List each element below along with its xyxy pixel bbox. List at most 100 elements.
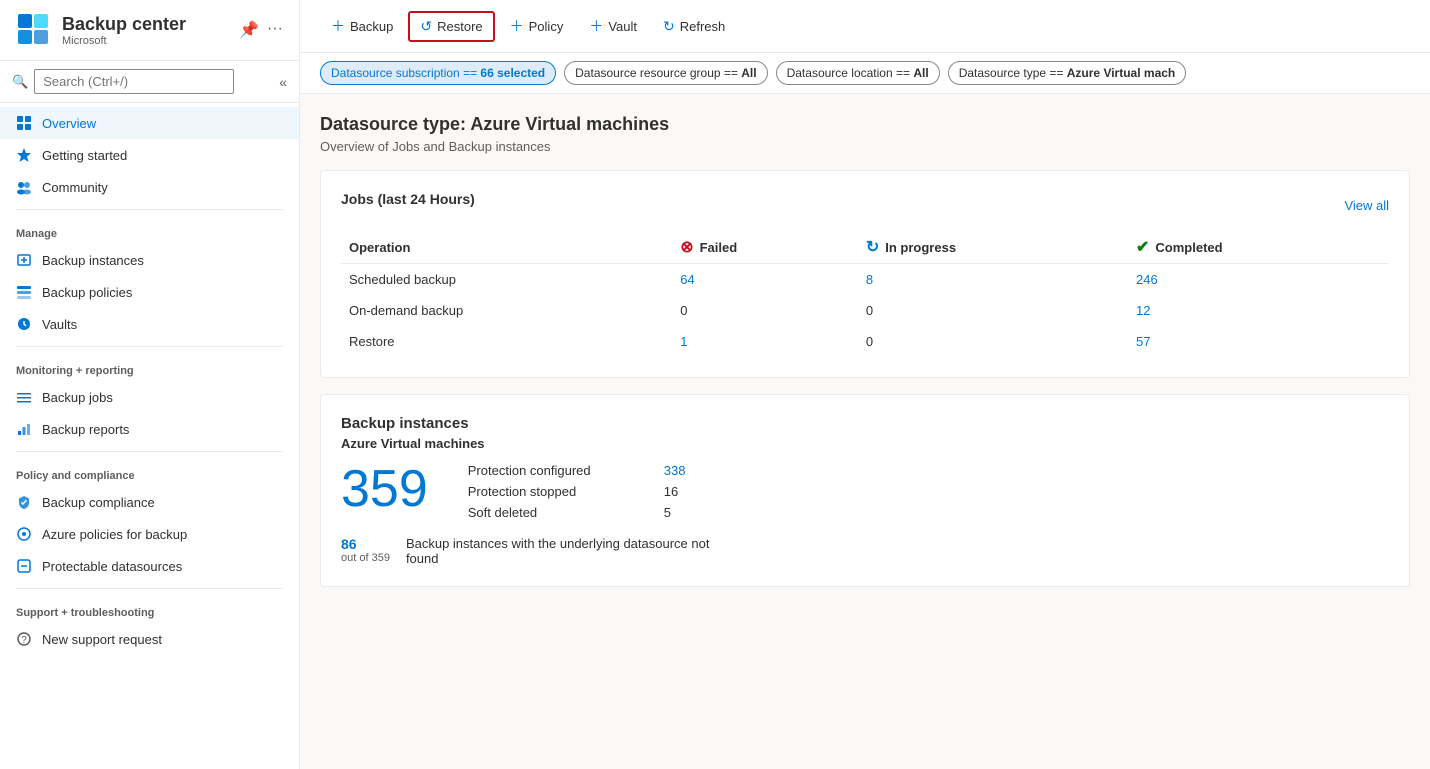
backup-compliance-icon [16,494,32,510]
sidebar: Backup center Microsoft 📌 ··· 🔍 « Overvi… [0,0,300,769]
azure-policies-icon [16,526,32,542]
progress-status-icon: ↻ [866,237,879,257]
toolbar: ＋ Backup ↺ Restore ＋ Policy ＋ Vault ↻ Re… [300,0,1430,53]
restore-button[interactable]: ↺ Restore [408,11,494,42]
monitoring-section-label: Monitoring + reporting [0,353,299,381]
jobs-card-header: Jobs (last 24 Hours) View all [341,191,1389,219]
backup-label: Backup [350,19,393,34]
sidebar-item-backup-instances[interactable]: Backup instances [0,244,299,276]
search-bar[interactable]: 🔍 « [0,61,299,103]
failed-status-icon: ⊗ [680,237,693,257]
divider-policy [16,451,283,452]
refresh-label: Refresh [680,19,726,34]
backup-instances-card: Backup instances Azure Virtual machines … [320,394,1410,587]
instances-detail-soft-deleted: Soft deleted 5 [468,505,686,520]
sidebar-item-getting-started[interactable]: Getting started [0,139,299,171]
sidebar-item-backup-compliance[interactable]: Backup compliance [0,486,299,518]
row-ondemand-failed: 0 [672,295,858,326]
vaults-label: Vaults [42,317,77,332]
soft-deleted-label: Soft deleted [468,505,648,520]
row-scheduled-completed: 246 [1128,264,1389,296]
protection-stopped-label: Protection stopped [468,484,648,499]
sidebar-item-backup-jobs[interactable]: Backup jobs [0,381,299,413]
row-restore-completed: 57 [1128,326,1389,357]
filter-type-text: Datasource type == Azure Virtual mach [959,66,1176,80]
col-failed: ⊗ Failed [672,231,858,264]
protectable-datasources-icon [16,558,32,574]
protectable-datasources-label: Protectable datasources [42,559,182,574]
manage-section-label: Manage [0,216,299,244]
refresh-icon: ↻ [663,18,675,35]
backup-button[interactable]: ＋ Backup [320,10,404,42]
policy-section-label: Policy and compliance [0,458,299,486]
new-support-icon: ? [16,631,32,647]
plus-icon-backup: ＋ [331,16,345,36]
app-logo [16,12,52,48]
policy-button[interactable]: ＋ Policy [499,10,575,42]
completed-label: Completed [1155,240,1222,255]
jobs-table-header-row: Operation ⊗ Failed ↻ In progress [341,231,1389,264]
instances-detail-protection-configured: Protection configured 338 [468,463,686,478]
protection-stopped-value: 16 [664,484,678,499]
instances-total-count: 359 [341,463,428,515]
content-area: Datasource type: Azure Virtual machines … [300,94,1430,769]
backup-instances-card-subtitle: Azure Virtual machines [341,436,1389,451]
backup-jobs-icon [16,389,32,405]
filter-bar: Datasource subscription == 66 selected D… [300,53,1430,94]
instances-bottom-number[interactable]: 86 [341,536,390,552]
divider-monitoring [16,346,283,347]
table-row: Scheduled backup 64 8 246 [341,264,1389,296]
vault-button[interactable]: ＋ Vault [578,10,648,42]
row-scheduled-progress: 8 [858,264,1128,296]
sidebar-item-backup-reports[interactable]: Backup reports [0,413,299,445]
getting-started-icon [16,147,32,163]
jobs-table: Operation ⊗ Failed ↻ In progress [341,231,1389,357]
table-row: Restore 1 0 57 [341,326,1389,357]
instances-bottom-sub: out of 359 [341,552,390,564]
jobs-card-title: Jobs (last 24 Hours) [341,191,475,207]
jobs-table-head: Operation ⊗ Failed ↻ In progress [341,231,1389,264]
divider-manage [16,209,283,210]
getting-started-label: Getting started [42,148,127,163]
instances-bottom-description: Backup instances with the underlying dat… [406,536,726,566]
search-input[interactable] [34,69,234,94]
header-icons[interactable]: 📌 ··· [239,20,283,40]
app-subtitle: Microsoft [62,35,186,47]
protection-configured-label: Protection configured [468,463,648,478]
instances-detail-protection-stopped: Protection stopped 16 [468,484,686,499]
row-restore-failed: 1 [672,326,858,357]
jobs-table-body: Scheduled backup 64 8 246 On-demand back… [341,264,1389,358]
sidebar-item-overview[interactable]: Overview [0,107,299,139]
row-restore-operation: Restore [341,326,672,357]
filter-type[interactable]: Datasource type == Azure Virtual mach [948,61,1187,85]
view-all-link[interactable]: View all [1344,198,1389,213]
sidebar-item-new-support[interactable]: ? New support request [0,623,299,655]
app-title-block: Backup center Microsoft [62,14,186,47]
filter-location[interactable]: Datasource location == All [776,61,940,85]
filter-subscription-text: Datasource subscription == 66 selected [331,66,545,80]
sidebar-item-azure-policies[interactable]: Azure policies for backup [0,518,299,550]
row-ondemand-completed: 12 [1128,295,1389,326]
pin-icon[interactable]: 📌 [239,20,259,40]
refresh-button[interactable]: ↻ Refresh [652,12,736,41]
sidebar-header: Backup center Microsoft 📌 ··· [0,0,299,61]
ellipsis-icon[interactable]: ··· [267,20,283,40]
filter-subscription[interactable]: Datasource subscription == 66 selected [320,61,556,85]
protection-configured-value[interactable]: 338 [664,463,686,478]
filter-resource-group[interactable]: Datasource resource group == All [564,61,767,85]
backup-jobs-label: Backup jobs [42,390,113,405]
filter-location-text: Datasource location == All [787,66,929,80]
page-title: Datasource type: Azure Virtual machines [320,114,1410,135]
sidebar-item-community[interactable]: Community [0,171,299,203]
vaults-icon [16,316,32,332]
sidebar-item-protectable-datasources[interactable]: Protectable datasources [0,550,299,582]
row-scheduled-failed: 64 [672,264,858,296]
sidebar-item-vaults[interactable]: Vaults [0,308,299,340]
new-support-label: New support request [42,632,162,647]
collapse-button[interactable]: « [279,74,287,90]
backup-policies-icon [16,284,32,300]
page-subtitle: Overview of Jobs and Backup instances [320,139,1410,154]
table-row: On-demand backup 0 0 12 [341,295,1389,326]
failed-label: Failed [700,240,738,255]
sidebar-item-backup-policies[interactable]: Backup policies [0,276,299,308]
